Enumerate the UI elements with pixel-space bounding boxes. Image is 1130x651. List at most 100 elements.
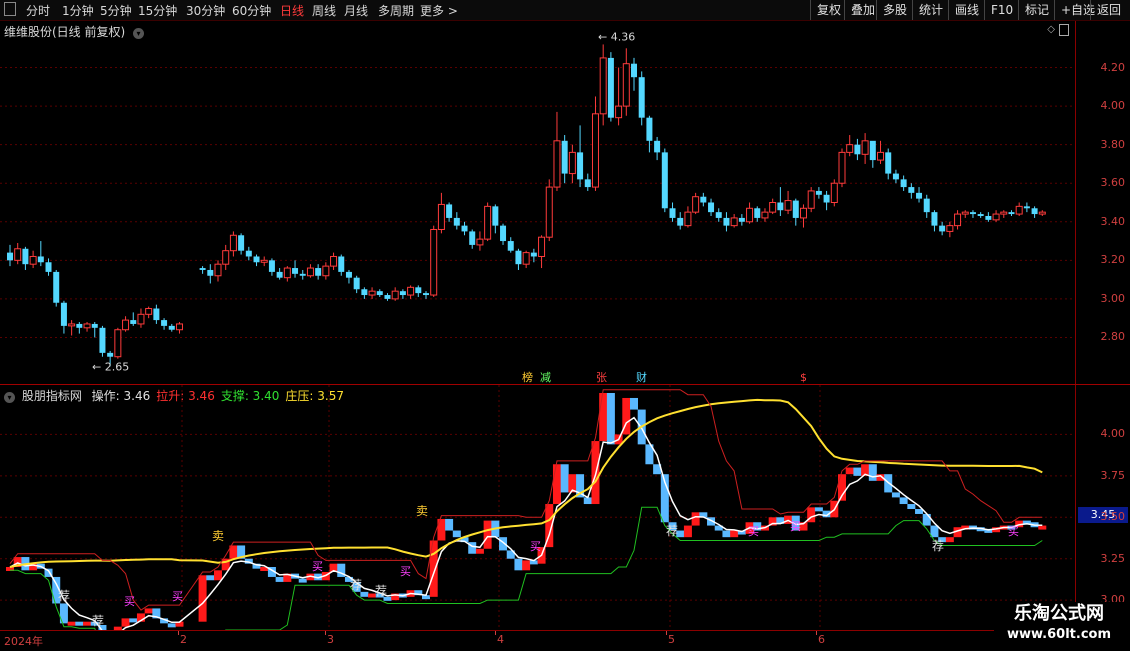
period-tab-2[interactable]: 5分钟: [100, 2, 132, 19]
dropdown-icon[interactable]: ▾: [133, 28, 145, 39]
indicator-dropdown-icon[interactable]: ▾: [4, 392, 15, 403]
indicator-bar: [83, 621, 92, 626]
candle: [916, 187, 923, 203]
indicator-bar: [730, 530, 739, 538]
signal-label: 荐: [92, 614, 104, 628]
candle: [415, 285, 422, 297]
time-axis-label: 6: [818, 633, 825, 646]
period-tab-4[interactable]: 30分钟: [186, 2, 225, 19]
candle: [423, 291, 429, 299]
indicator-bar: [483, 520, 492, 549]
candle: [977, 212, 984, 218]
candle: [7, 244, 13, 267]
candle: [654, 136, 661, 161]
stock-title: 维维股份(日线 前复权): [4, 25, 126, 39]
candle: [615, 67, 623, 126]
indicator-value-2: 支撑: 3.40: [220, 389, 280, 403]
period-tab-1[interactable]: 1分钟: [62, 2, 94, 19]
collapse-icon[interactable]: ◇: [1047, 24, 1055, 35]
candle: [846, 135, 854, 157]
candle: [684, 206, 692, 228]
indicator-bar: [922, 513, 931, 526]
candle: [353, 275, 360, 294]
indicator-axis-tick: 3.25: [1100, 551, 1126, 565]
candle: [361, 287, 368, 299]
event-marker[interactable]: 张: [596, 371, 607, 384]
signal-label: 荐: [375, 584, 387, 598]
buy-signal: 买: [312, 560, 323, 573]
toolbar-button-4[interactable]: 画线: [948, 0, 985, 20]
signal-label: 荐: [350, 578, 362, 592]
period-tab-5[interactable]: 60分钟: [232, 2, 271, 19]
candle: [622, 48, 630, 116]
candle: [646, 115, 653, 153]
candle: [306, 264, 314, 278]
candle: [122, 316, 130, 332]
indicator-svg: 荐荐卖荐 荐卖荐荐买 买买 买买买买买: [0, 385, 1075, 630]
watermark-title: 乐淘公式网: [1014, 603, 1104, 624]
candle: [299, 269, 306, 280]
candle: [792, 198, 799, 226]
maximize-icon[interactable]: [1059, 24, 1069, 36]
kline-chart[interactable]: ← 4.36 ← 2.65 榜减 张 财 $ 维维股份(日线 前复权) ▾ ◇: [0, 21, 1075, 384]
candle: [677, 212, 684, 230]
main-axis-tick: 4.00: [1100, 99, 1126, 113]
candle: [754, 206, 761, 222]
toolbar-button-0[interactable]: 复权: [810, 0, 847, 20]
indicator-bar: [683, 525, 692, 538]
toolbar-button-2[interactable]: 多股: [876, 0, 913, 20]
time-axis-label: 5: [668, 633, 675, 646]
event-marker[interactable]: 减: [540, 371, 551, 384]
time-axis-tick: [178, 631, 179, 635]
candle: [153, 304, 160, 324]
candle: [315, 264, 322, 280]
indicator-bar: [206, 575, 215, 581]
toolbar-button-3[interactable]: 统计: [912, 0, 949, 20]
candle: [253, 254, 260, 267]
candle: [260, 256, 268, 267]
toolbar-button-5[interactable]: F10: [984, 0, 1019, 20]
candle: [669, 202, 676, 222]
candle: [161, 318, 168, 330]
toolbar-button-8[interactable]: 返回: [1090, 0, 1127, 20]
candle: [715, 208, 722, 222]
candle: [114, 327, 122, 359]
toolbar-button-6[interactable]: 标记: [1018, 0, 1055, 20]
pull-up-line: [9, 389, 1043, 611]
period-tab-10[interactable]: 更多 >: [420, 2, 458, 19]
period-tab-9[interactable]: 多周期: [378, 2, 414, 19]
event-marker[interactable]: $: [800, 371, 807, 384]
candle: [1000, 210, 1008, 218]
candle: [992, 210, 1000, 222]
period-tab-7[interactable]: 周线: [312, 2, 336, 19]
indicator-bar: [599, 393, 608, 442]
indicator-bar: [945, 537, 954, 543]
candle: [661, 148, 668, 213]
candle: [484, 202, 492, 242]
period-tab-3[interactable]: 15分钟: [138, 2, 177, 19]
event-marker[interactable]: 财: [636, 370, 647, 384]
candle: [939, 221, 946, 236]
period-tab-6[interactable]: 日线: [280, 2, 304, 19]
period-tab-8[interactable]: 月线: [344, 2, 368, 19]
main-axis-tick: 4.20: [1100, 60, 1126, 74]
candle: [908, 183, 915, 199]
indicator-chart[interactable]: 荐荐卖荐荐卖荐荐买买买买买买买买 ▾ 股朋指标网 操作: 3.46 拉升: 3.4…: [0, 385, 1075, 630]
candle: [769, 198, 777, 215]
toolbar-menu-icon[interactable]: [4, 2, 16, 16]
candle: [553, 111, 561, 191]
indicator-axis-tick: 3.50: [1100, 510, 1126, 524]
candle: [453, 212, 460, 230]
operation-line: [9, 416, 1043, 630]
signal-label: 荐: [58, 589, 70, 603]
event-marker[interactable]: 榜: [522, 370, 533, 384]
low-price-label: ← 2.65: [92, 360, 129, 373]
indicator-bar: [930, 525, 939, 538]
period-tab-0[interactable]: 分时: [26, 2, 50, 19]
candle: [631, 57, 637, 91]
candle: [708, 198, 715, 216]
period-toolbar: 分时 1分钟 5分钟 15分钟 30分钟 60分钟 日线 周线 月线 多周期 更多 > 复权 叠加 多股…: [0, 0, 1130, 21]
indicator-axis-tick: 3.75: [1100, 468, 1126, 482]
candle: [900, 175, 907, 191]
indicator-bar: [75, 621, 84, 626]
